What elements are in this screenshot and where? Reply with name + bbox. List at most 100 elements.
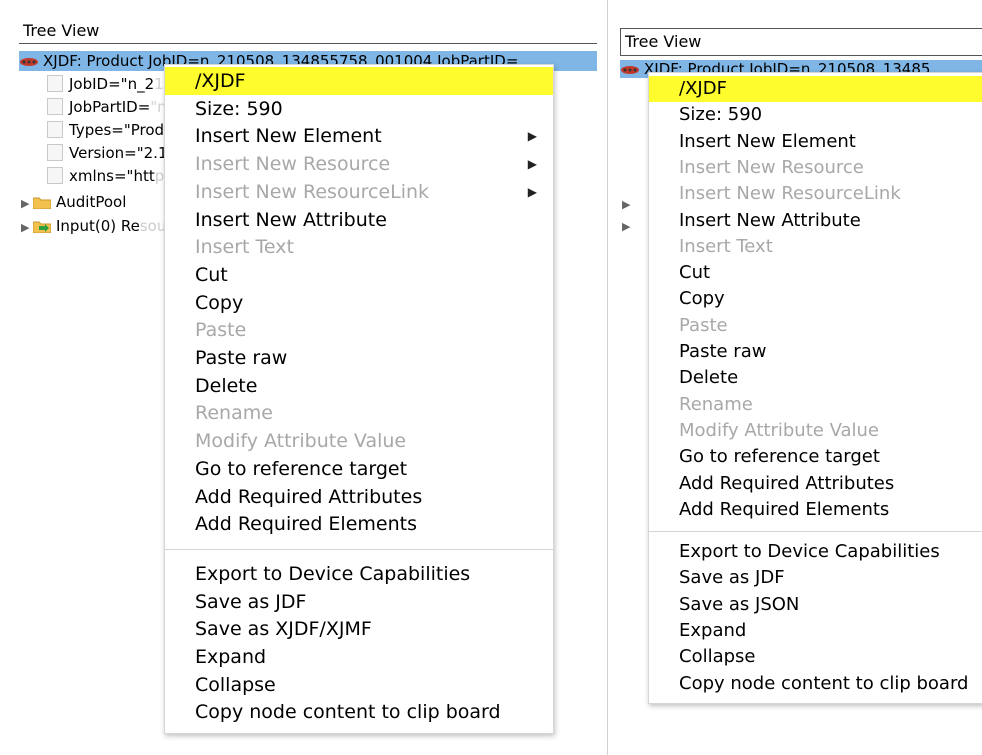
- tree-node-auditpool[interactable]: ▶: [622, 192, 634, 214]
- menu-item-label: Save as JDF: [195, 590, 307, 613]
- menu-item-delete[interactable]: Delete: [649, 365, 982, 391]
- menu-item-label: Save as XJDF/XJMF: [195, 618, 372, 641]
- attribute-leaf-icon: [47, 144, 63, 161]
- expand-arrow-icon[interactable]: ▶: [622, 194, 634, 216]
- attribute-leaf-icon: [47, 98, 63, 115]
- menu-item-insert-new-attribute[interactable]: Insert New Attribute: [649, 208, 982, 234]
- tree-view-header: Tree View: [620, 28, 982, 56]
- menu-item-paste-raw[interactable]: Paste raw: [649, 339, 982, 365]
- menu-item-label: Insert Text: [679, 235, 773, 257]
- menu-separator: [165, 548, 553, 550]
- menu-item-rename: Rename: [649, 392, 982, 418]
- menu-item-label: Add Required Elements: [679, 498, 890, 520]
- menu-item-copy-node-content-to-clip-board[interactable]: Copy node content to clip board: [165, 698, 553, 726]
- menu-item-insert-new-element[interactable]: Insert New Element ▶: [165, 122, 553, 150]
- menu-item-insert-new-resourcelink: Insert New ResourceLink: [649, 181, 982, 207]
- menu-item-copy-node-content-to-clip-board[interactable]: Copy node content to clip board: [649, 671, 982, 697]
- menu-item-size-590[interactable]: Size: 590: [649, 102, 982, 128]
- input-label: Input(0) Re: [56, 217, 140, 235]
- menu-item-add-required-attributes[interactable]: Add Required Attributes: [649, 471, 982, 497]
- menu-item-paste: Paste: [649, 313, 982, 339]
- menu-item-label: Modify Attribute Value: [195, 430, 407, 453]
- menu-item-label: Size: 590: [195, 97, 283, 120]
- tree-attribute-node[interactable]: Version="2.1": [47, 142, 174, 164]
- menu-item-add-required-attributes[interactable]: Add Required Attributes: [165, 483, 553, 511]
- menu-item-label: Copy: [679, 288, 725, 310]
- menu-item-label: Insert New Attribute: [195, 208, 387, 231]
- menu-item-label: Delete: [195, 374, 258, 397]
- menu-item-go-to-reference-target[interactable]: Go to reference target: [165, 455, 553, 483]
- menu-item-copy[interactable]: Copy: [649, 286, 982, 312]
- menu-item-label: Copy node content to clip board: [195, 701, 501, 724]
- menu-item-insert-text: Insert Text: [165, 233, 553, 261]
- menu-item-save-as-jdf[interactable]: Save as JDF: [649, 565, 982, 591]
- menu-item-insert-new-element[interactable]: Insert New Element: [649, 129, 982, 155]
- menu-item-size-590[interactable]: Size: 590: [165, 95, 553, 123]
- menu-item-label: /XJDF: [195, 70, 246, 92]
- menu-item-label: Size: 590: [679, 104, 763, 126]
- expand-arrow-icon[interactable]: ▶: [622, 216, 634, 238]
- menu-item-xjdf[interactable]: /XJDF: [165, 67, 553, 95]
- menu-item-label: Add Required Attributes: [195, 485, 423, 508]
- menu-item-modify-attribute-value: Modify Attribute Value: [165, 427, 553, 455]
- menu-item-export-to-device-capabilities[interactable]: Export to Device Capabilities: [649, 539, 982, 565]
- submenu-arrow-icon: ▶: [527, 129, 537, 144]
- menu-item-label: Copy node content to clip board: [679, 672, 969, 694]
- expand-arrow-icon[interactable]: ▶: [21, 217, 33, 239]
- attribute-label: JobPartID=: [69, 98, 151, 116]
- menu-item-expand[interactable]: Expand: [649, 618, 982, 644]
- menu-item-cut[interactable]: Cut: [165, 261, 553, 289]
- menu-item-save-as-xjdf-xjmf[interactable]: Save as XJDF/XJMF: [165, 615, 553, 643]
- menu-item-export-to-device-capabilities[interactable]: Export to Device Capabilities: [165, 560, 553, 588]
- menu-item-label: Export to Device Capabilities: [195, 562, 471, 585]
- menu-item-label: Rename: [679, 393, 753, 415]
- folder-icon: [32, 193, 52, 210]
- attribute-leaf-icon: [47, 167, 63, 184]
- menu-item-label: Insert New Element: [195, 125, 382, 148]
- menu-item-paste: Paste: [165, 316, 553, 344]
- attribute-label: Types="Prod: [69, 121, 165, 139]
- menu-item-collapse[interactable]: Collapse: [165, 671, 553, 699]
- menu-item-copy[interactable]: Copy: [165, 289, 553, 317]
- menu-item-insert-new-resourcelink: Insert New ResourceLink ▶: [165, 178, 553, 206]
- submenu-arrow-icon: ▶: [527, 157, 537, 172]
- menu-item-insert-new-resource: Insert New Resource ▶: [165, 150, 553, 178]
- menu-item-label: Paste raw: [679, 341, 767, 362]
- menu-item-go-to-reference-target[interactable]: Go to reference target: [649, 444, 982, 470]
- menu-item-label: Go to reference target: [679, 446, 880, 468]
- menu-item-label: Insert Text: [195, 236, 294, 259]
- menu-item-paste-raw[interactable]: Paste raw: [165, 344, 553, 372]
- menu-item-save-as-jdf[interactable]: Save as JDF: [165, 588, 553, 616]
- menu-separator: [649, 531, 982, 533]
- menu-item-delete[interactable]: Delete: [165, 372, 553, 400]
- menu-item-label: Insert New Resource: [195, 153, 391, 176]
- menu-item-label: Save as JDF: [679, 567, 785, 589]
- expand-arrow-icon[interactable]: ▶: [21, 193, 33, 215]
- menu-item-collapse[interactable]: Collapse: [649, 644, 982, 670]
- menu-item-label: Add Required Elements: [195, 513, 417, 536]
- menu-item-label: Insert New ResourceLink: [195, 180, 430, 203]
- menu-item-modify-attribute-value: Modify Attribute Value: [649, 418, 982, 444]
- menu-item-save-as-json[interactable]: Save as JSON: [649, 592, 982, 618]
- tree-view-header: Tree View: [19, 18, 597, 44]
- menu-item-label: Cut: [195, 263, 228, 286]
- menu-item-xjdf[interactable]: /XJDF: [649, 76, 982, 102]
- tree-node-input[interactable]: ▶: [622, 214, 634, 236]
- menu-item-label: Go to reference target: [195, 457, 408, 480]
- menu-item-label: Collapse: [195, 673, 276, 696]
- menu-item-add-required-elements[interactable]: Add Required Elements: [165, 510, 553, 538]
- menu-item-add-required-elements[interactable]: Add Required Elements: [649, 497, 982, 523]
- menu-item-insert-text: Insert Text: [649, 234, 982, 260]
- right-screenshot: Tree View deInfoorg/JDFSchn_210508_13485…: [608, 0, 982, 755]
- menu-item-cut[interactable]: Cut: [649, 260, 982, 286]
- tree-node-auditpool[interactable]: ▶ AuditPool: [21, 191, 126, 213]
- tree-attribute-node[interactable]: Types="Prod: [47, 119, 164, 141]
- attribute-label: JobID="n_2: [69, 75, 155, 93]
- menu-item-label: Add Required Attributes: [679, 472, 895, 494]
- menu-item-label: Insert New ResourceLink: [679, 183, 901, 205]
- menu-item-label: Modify Attribute Value: [679, 419, 879, 441]
- menu-item-label: Cut: [679, 262, 711, 284]
- menu-item-insert-new-attribute[interactable]: Insert New Attribute: [165, 206, 553, 234]
- menu-item-expand[interactable]: Expand: [165, 643, 553, 671]
- auditpool-label: AuditPool: [56, 193, 127, 211]
